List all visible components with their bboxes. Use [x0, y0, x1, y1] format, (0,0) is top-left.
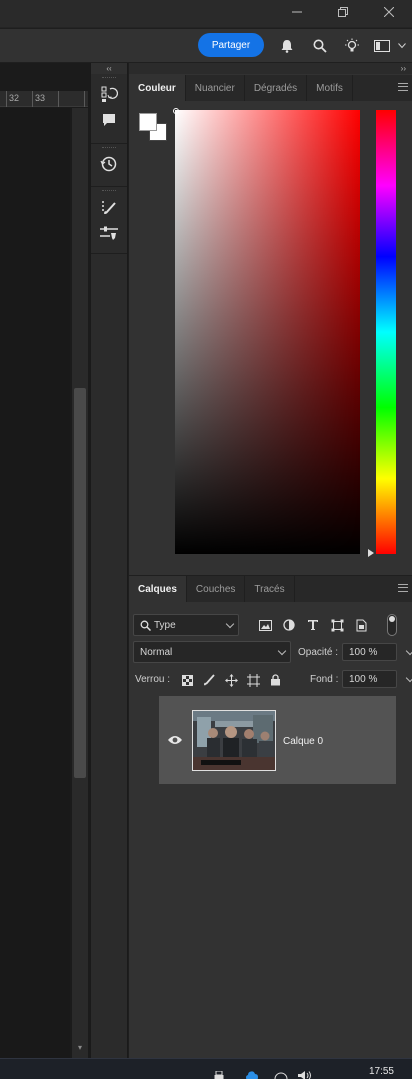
image-filter-icon[interactable]	[257, 617, 273, 633]
lock-pixels-icon[interactable]	[179, 672, 195, 688]
tab-traces[interactable]: Tracés	[245, 576, 295, 602]
color-panel-tabs: Couleur Nuancier Dégradés Motifs	[129, 75, 412, 101]
properties-icon[interactable]	[91, 81, 127, 107]
lock-all-icon[interactable]	[267, 672, 283, 688]
opacity-field[interactable]: 100 %	[342, 643, 412, 661]
ruler-label: 32	[9, 93, 20, 103]
history-icon[interactable]	[91, 151, 127, 177]
cloud-icon[interactable]	[246, 1071, 258, 1079]
scroll-down-icon[interactable]: ▾	[75, 1043, 85, 1053]
blend-mode-select[interactable]: Normal	[133, 641, 291, 663]
panel-icon-strip: ‹‹	[90, 63, 128, 1058]
fill-field[interactable]: 100 %	[342, 670, 412, 688]
opacity-label: Opacité :	[298, 647, 339, 658]
horizontal-ruler: 32 33	[0, 91, 88, 107]
canvas[interactable]	[0, 108, 70, 1058]
opacity-value: 100 %	[349, 646, 378, 658]
network-icon[interactable]	[274, 1072, 288, 1079]
tab-nuancier[interactable]: Nuancier	[186, 75, 245, 101]
adjustment-filter-icon[interactable]	[281, 617, 297, 633]
search-icon[interactable]	[310, 36, 330, 56]
hue-slider[interactable]	[376, 110, 396, 554]
close-icon[interactable]	[376, 2, 402, 22]
bell-icon[interactable]	[277, 36, 297, 56]
taskbar: 17:55	[0, 1058, 412, 1079]
volume-icon[interactable]	[298, 1071, 314, 1079]
fill-label: Fond :	[310, 674, 339, 685]
foreground-color-swatch[interactable]	[139, 113, 157, 131]
lock-position-icon[interactable]	[223, 672, 239, 688]
layer-name[interactable]: Calque 0	[283, 736, 323, 747]
ruler-label: 33	[35, 93, 46, 103]
right-panels: ›› Couleur Nuancier Dégradés Motifs Calq…	[129, 63, 412, 1058]
layers-panel: Calques Couches Tracés Type Normal Opaci…	[129, 575, 412, 1058]
layer-thumbnail[interactable]	[192, 710, 276, 771]
layer-filter-select[interactable]: Type	[133, 614, 239, 636]
color-field[interactable]	[175, 110, 360, 554]
clock[interactable]: 17:55	[369, 1066, 394, 1077]
tab-couleur[interactable]: Couleur	[129, 75, 186, 101]
lock-image-icon[interactable]	[201, 672, 217, 688]
shape-filter-icon[interactable]	[329, 617, 345, 633]
smart-object-filter-icon[interactable]	[353, 617, 369, 633]
lock-artboard-icon[interactable]	[245, 672, 261, 688]
usb-icon[interactable]	[214, 1071, 224, 1079]
tab-motifs[interactable]: Motifs	[307, 75, 353, 101]
hue-slider-marker[interactable]	[368, 549, 374, 557]
restore-icon[interactable]	[330, 2, 356, 22]
color-picker-marker[interactable]	[173, 108, 179, 114]
tool-group	[91, 75, 127, 144]
adjust-brush-icon[interactable]	[91, 220, 127, 246]
panel-menu-icon[interactable]	[398, 83, 408, 91]
document-area: 32 33 ▾	[0, 63, 90, 1058]
vertical-scrollbar[interactable]: ▾	[72, 108, 88, 1058]
text-filter-icon[interactable]	[305, 617, 321, 633]
minimize-icon[interactable]	[284, 2, 310, 22]
search-icon	[140, 620, 151, 631]
lock-icons	[179, 670, 289, 690]
visibility-eye-icon[interactable]	[167, 734, 183, 746]
share-button[interactable]: Partager	[198, 33, 264, 57]
lock-label: Verrou :	[135, 674, 171, 685]
filter-kind-value: Type	[154, 619, 176, 631]
filter-toggle[interactable]	[387, 614, 397, 636]
comment-icon[interactable]	[91, 107, 127, 133]
layers-panel-tabs: Calques Couches Tracés	[129, 576, 412, 602]
tool-group	[91, 145, 127, 187]
workspace-icon[interactable]	[372, 36, 392, 56]
workspace-chevron-icon[interactable]	[396, 36, 408, 56]
tab-degrades[interactable]: Dégradés	[245, 75, 308, 101]
collapse-icon[interactable]: ‹‹	[91, 63, 127, 74]
tool-group	[91, 188, 127, 254]
tab-couches[interactable]: Couches	[187, 576, 246, 602]
scrollbar-thumb[interactable]	[74, 388, 86, 778]
fill-value: 100 %	[349, 673, 378, 685]
layer-row[interactable]: Calque 0	[159, 696, 396, 784]
blend-mode-value: Normal	[140, 646, 173, 658]
panel-menu-icon[interactable]	[398, 584, 408, 592]
expand-panels-icon[interactable]: ››	[129, 63, 412, 74]
brush-settings-icon[interactable]	[91, 194, 127, 220]
options-bar: Partager	[0, 29, 412, 63]
tab-calques[interactable]: Calques	[129, 576, 187, 602]
lightbulb-icon[interactable]	[342, 36, 362, 56]
title-bar	[0, 0, 412, 28]
